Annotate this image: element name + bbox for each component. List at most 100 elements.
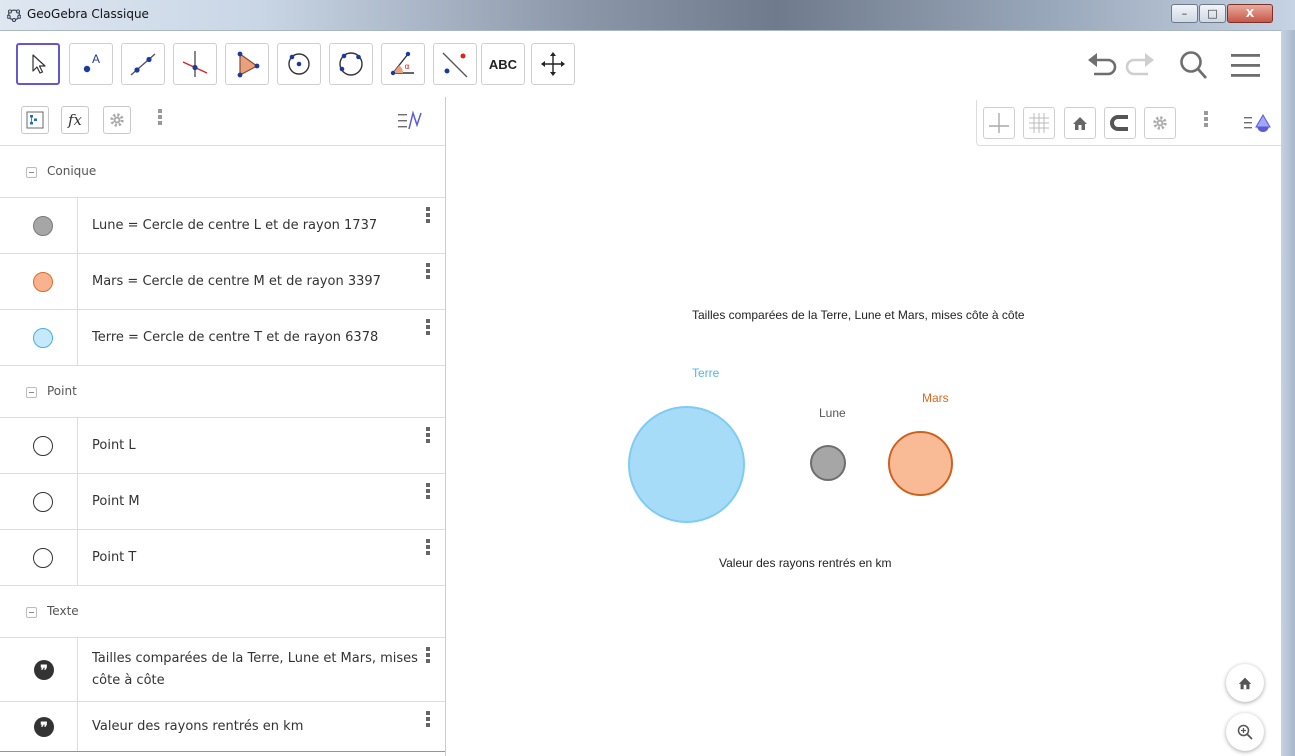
angle-icon: α	[390, 51, 414, 76]
algebra-item-point-t[interactable]: Point T	[0, 530, 445, 586]
menu-button[interactable]	[1226, 48, 1264, 82]
algebra-item-text[interactable]: Tailles comparées de la Terre, Lune et M…	[92, 648, 418, 669]
gear-icon	[1153, 116, 1167, 130]
mars-circle[interactable]	[888, 431, 953, 496]
algebra-item-lune[interactable]: Lune = Cercle de centre L et de rayon 17…	[0, 198, 445, 254]
axes-toggle-button[interactable]	[983, 107, 1015, 139]
point-tool-button[interactable]: A	[69, 43, 113, 85]
zoom-round-button[interactable]	[1226, 713, 1264, 751]
item-more-icon[interactable]	[425, 319, 431, 337]
graphics-settings-button[interactable]	[1144, 107, 1176, 139]
perpendicular-line-icon	[182, 51, 208, 77]
angle-tool-button[interactable]: α	[381, 43, 425, 85]
minimize-button[interactable]: –	[1171, 4, 1198, 23]
collapse-icon[interactable]	[26, 607, 37, 618]
item-more-icon[interactable]	[425, 483, 431, 501]
item-more-icon[interactable]	[425, 711, 431, 729]
zoom-icon	[1237, 724, 1253, 740]
mars-label[interactable]: Mars	[922, 391, 949, 405]
standard-view-button[interactable]	[1064, 107, 1096, 139]
algebra-item-text-caption[interactable]: ❞ Valeur des rayons rentrés en km	[0, 702, 445, 752]
move-view-tool-button[interactable]	[531, 43, 575, 85]
canvas-caption-text[interactable]: Valeur des rayons rentrés en km	[719, 556, 892, 570]
close-icon: X	[1245, 7, 1255, 20]
conic-tool-button[interactable]	[329, 43, 373, 85]
marble-column	[0, 310, 78, 365]
algebra-item-mars[interactable]: Mars = Cercle de centre M et de rayon 33…	[0, 254, 445, 310]
graphics-view[interactable]: Tailles comparées de la Terre, Lune et M…	[446, 97, 1281, 756]
visibility-marble[interactable]	[33, 436, 53, 456]
algebra-item-text[interactable]: Point M	[92, 491, 140, 512]
svg-text:A: A	[92, 52, 100, 66]
terre-label[interactable]: Terre	[692, 366, 719, 380]
item-more-icon[interactable]	[425, 427, 431, 445]
fx-button[interactable]: fx	[61, 106, 89, 134]
line-tool-button[interactable]	[121, 43, 165, 85]
visibility-marble[interactable]	[33, 548, 53, 568]
standard-view-round-button[interactable]	[1226, 664, 1264, 702]
marble-column: ❞	[0, 638, 78, 701]
algebra-more-icon[interactable]	[157, 109, 163, 127]
group-conique[interactable]: Conique	[0, 146, 445, 198]
group-point[interactable]: Point	[0, 366, 445, 418]
perpendicular-tool-button[interactable]	[173, 43, 217, 85]
circle-three-points-icon	[339, 52, 363, 76]
group-texte[interactable]: Texte	[0, 586, 445, 638]
algebra-item-text-continued[interactable]: côte à côte	[92, 670, 165, 691]
fx-icon: fx	[67, 111, 82, 129]
polygon-tool-button[interactable]	[225, 43, 269, 85]
text-quote-icon[interactable]: ❞	[34, 660, 54, 680]
visibility-marble[interactable]	[33, 328, 53, 348]
algebra-settings-button[interactable]	[103, 106, 131, 134]
graphics-more-icon[interactable]	[1203, 111, 1209, 129]
home-icon	[1073, 117, 1087, 130]
polygon-icon	[237, 51, 260, 78]
algebra-item-text[interactable]: Lune = Cercle de centre L et de rayon 17…	[92, 215, 377, 236]
close-button[interactable]: X	[1227, 4, 1273, 23]
item-more-icon[interactable]	[425, 647, 431, 665]
redo-button[interactable]	[1122, 48, 1160, 82]
algebra-item-text[interactable]: Terre = Cercle de centre T et de rayon 6…	[92, 327, 378, 348]
marble-column: ❞	[0, 702, 78, 751]
algebra-item-text[interactable]: Point L	[92, 435, 136, 456]
maximize-button[interactable]: □	[1199, 4, 1226, 23]
collapse-icon[interactable]	[26, 167, 37, 178]
search-button[interactable]	[1175, 48, 1213, 82]
undo-icon	[1088, 53, 1117, 76]
text-tool-button[interactable]: ABC	[481, 43, 525, 85]
circle-tool-button[interactable]	[277, 43, 321, 85]
item-more-icon[interactable]	[425, 539, 431, 557]
algebra-item-text-title[interactable]: ❞ Tailles comparées de la Terre, Lune et…	[0, 638, 445, 702]
canvas-title-text[interactable]: Tailles comparées de la Terre, Lune et M…	[692, 308, 1025, 322]
grid-toggle-button[interactable]	[1023, 107, 1055, 139]
style-bar-icon[interactable]	[1243, 111, 1271, 135]
collapse-icon[interactable]	[26, 387, 37, 398]
lune-label[interactable]: Lune	[819, 406, 846, 420]
text-quote-icon[interactable]: ❞	[34, 717, 54, 737]
visibility-marble[interactable]	[33, 492, 53, 512]
reflect-tool-button[interactable]	[433, 43, 477, 85]
terre-circle[interactable]	[628, 406, 745, 523]
algebra-item-point-l[interactable]: Point L	[0, 418, 445, 474]
item-more-icon[interactable]	[425, 207, 431, 225]
algebra-item-terre[interactable]: Terre = Cercle de centre T et de rayon 6…	[0, 310, 445, 366]
lune-circle[interactable]	[810, 445, 846, 481]
visibility-marble[interactable]	[33, 272, 53, 292]
grid-icon	[1029, 113, 1049, 133]
home-icon	[1238, 677, 1252, 690]
marble-column	[0, 198, 78, 253]
algebra-sort-button[interactable]	[21, 106, 49, 134]
visibility-marble[interactable]	[33, 216, 53, 236]
move-tool-button[interactable]	[16, 43, 60, 85]
algebra-item-text[interactable]: Point T	[92, 547, 136, 568]
algebra-item-point-m[interactable]: Point M	[0, 474, 445, 530]
algebra-item-text[interactable]: Valeur des rayons rentrés en km	[92, 716, 303, 737]
item-more-icon[interactable]	[425, 263, 431, 281]
toggle-input-icon[interactable]	[397, 110, 423, 132]
graphics-style-bar	[976, 100, 1281, 146]
undo-button[interactable]	[1082, 48, 1120, 82]
algebra-item-text[interactable]: Mars = Cercle de centre M et de rayon 33…	[92, 271, 381, 292]
point-capturing-button[interactable]	[1104, 107, 1136, 139]
gear-icon	[110, 113, 124, 127]
search-icon	[1180, 51, 1208, 79]
